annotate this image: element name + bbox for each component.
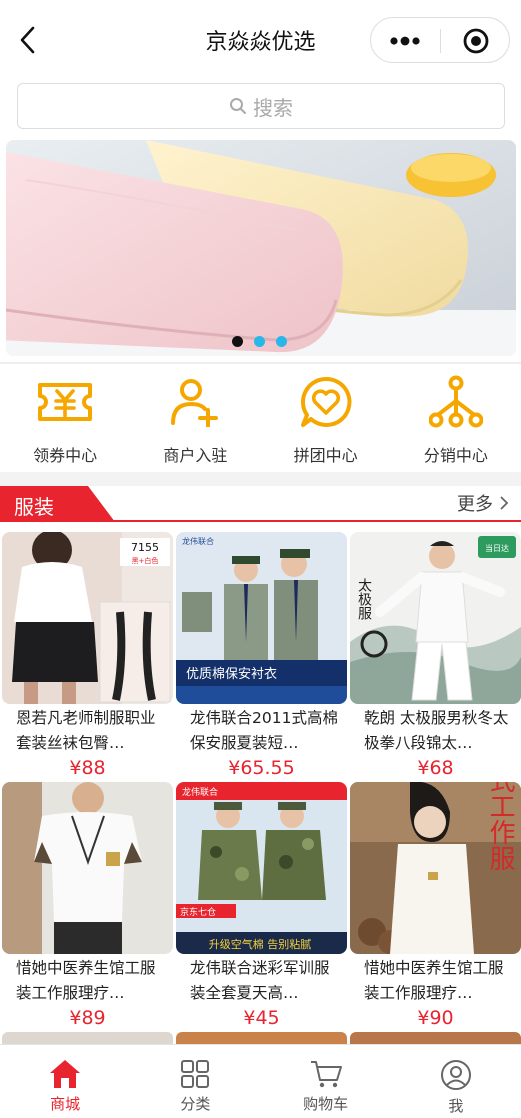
tab-home[interactable]: 商城 <box>0 1045 130 1118</box>
tab-category[interactable]: 分类 <box>130 1045 260 1118</box>
menu-item-distribution[interactable]: 分销中心 <box>391 372 521 468</box>
menu-label: 商户入驻 <box>163 446 228 465</box>
menu-label: 分销中心 <box>423 446 488 465</box>
image-subtext: 龙伟联合 <box>182 536 214 546</box>
image-subtext: 京东七仓 <box>180 906 216 918</box>
image-text: 7155 <box>131 541 159 554</box>
coupon-icon <box>35 372 95 432</box>
tab-label: 购物车 <box>303 1095 349 1113</box>
product-price: ¥45 <box>243 1007 280 1029</box>
bottom-tab-bar: 商城 分类 购物车 我 <box>0 1044 521 1118</box>
heart-chat-icon <box>296 372 356 432</box>
grid-icon <box>181 1060 210 1088</box>
product-card[interactable]: 优质棉保安衬衣 龙伟联合 龙伟联合2011式高棉保安服夏装短… ¥65.55 <box>176 532 347 782</box>
tab-label: 商城 <box>50 1095 81 1113</box>
tab-cart[interactable]: 购物车 <box>261 1045 391 1118</box>
tab-me[interactable]: 我 <box>391 1045 521 1118</box>
chevron-right-icon <box>500 496 509 510</box>
menu-label: 拼团中心 <box>293 446 358 465</box>
banner-carousel[interactable] <box>6 140 516 356</box>
product-card[interactable]: 太极服 当日达 乾朗 太极服男秋冬太极拳八段锦太… ¥68 <box>350 532 521 782</box>
product-name: 惜她中医养生馆工服装工作服理疗… <box>364 959 504 1002</box>
carousel-indicators <box>232 336 287 347</box>
product-image: 中式工作服 <box>350 782 521 954</box>
image-text: 优质棉保安衬衣 <box>186 666 277 682</box>
product-name: 龙伟联合迷彩军训服装全套夏天高… <box>190 959 330 1002</box>
more-label: 更多 <box>457 494 493 515</box>
close-mini-program-button[interactable] <box>442 18 510 64</box>
mini-program-capsule <box>370 17 510 63</box>
divider <box>0 362 521 364</box>
product-card[interactable]: 惜她中医养生馆工服装工作服理疗… ¥89 <box>2 782 173 1032</box>
section-more-link[interactable]: 更多 <box>457 490 509 516</box>
more-button[interactable] <box>371 18 439 64</box>
product-price: ¥88 <box>69 757 106 779</box>
product-card-peek <box>2 1032 173 1044</box>
menu-item-merchant-join[interactable]: 商户入驻 <box>130 372 260 468</box>
product-image <box>2 782 173 954</box>
section-gap <box>0 472 521 486</box>
quick-menu: 领券中心 商户入驻 拼团中心 分销中心 <box>0 372 521 468</box>
carousel-dot[interactable] <box>232 336 243 347</box>
search-input[interactable]: 搜索 <box>17 83 505 129</box>
product-image: 太极服 当日达 <box>350 532 521 704</box>
share-network-icon <box>426 372 486 432</box>
svg-text:龙伟联合: 龙伟联合 <box>182 786 218 798</box>
carousel-dot[interactable] <box>276 336 287 347</box>
image-text: 太极服 <box>356 578 372 621</box>
target-close-icon <box>463 28 489 54</box>
menu-item-coupon-center[interactable]: 领券中心 <box>0 372 130 468</box>
product-name: 乾朗 太极服男秋冬太极拳八段锦太… <box>364 709 509 752</box>
product-card-peek <box>350 1032 521 1044</box>
capsule-divider <box>440 29 441 53</box>
section-header-clothing: 服装 更多 <box>0 486 521 522</box>
search-placeholder: 搜索 <box>253 95 293 120</box>
carousel-dot[interactable] <box>254 336 265 347</box>
menu-label: 领券中心 <box>33 446 98 465</box>
cart-icon <box>310 1061 342 1088</box>
product-name: 恩若凡老师制服职业套装丝袜包臀… <box>16 709 156 752</box>
more-dots-icon <box>390 36 420 46</box>
image-text: 中式工作服 <box>485 782 515 871</box>
product-card[interactable]: 龙伟联合 京东七仓 升级空气棉 告别粘腻 龙伟联合迷彩军训服装全套夏天高… ¥4… <box>176 782 347 1032</box>
product-name: 惜她中医养生馆工服装工作服理疗… <box>16 959 156 1002</box>
image-subtext: 黑+白色 <box>132 556 159 565</box>
product-price: ¥68 <box>417 757 454 779</box>
section-title-tag: 服装 <box>0 486 115 522</box>
product-image: 龙伟联合 京东七仓 升级空气棉 告别粘腻 <box>176 782 347 954</box>
product-image: 7155 黑+白色 <box>2 532 173 704</box>
product-name: 龙伟联合2011式高棉保安服夏装短… <box>190 709 338 752</box>
tab-label: 我 <box>448 1097 464 1115</box>
product-price: ¥65.55 <box>228 757 295 779</box>
tab-label: 分类 <box>180 1095 211 1113</box>
search-icon <box>230 98 246 114</box>
add-user-icon <box>165 372 225 432</box>
product-price: ¥89 <box>69 1007 106 1029</box>
image-subtext: 当日达 <box>485 543 509 553</box>
user-icon <box>440 1060 471 1090</box>
product-card-peek <box>176 1032 347 1044</box>
image-text: 升级空气棉 告别粘腻 <box>209 937 312 951</box>
home-icon <box>50 1060 81 1088</box>
product-card[interactable]: 7155 黑+白色 恩若凡老师制服职业套装丝袜包臀… ¥88 <box>2 532 173 782</box>
section-title: 服装 <box>14 495 54 519</box>
product-image: 优质棉保安衬衣 龙伟联合 <box>176 532 347 704</box>
nav-header: 京焱焱优选 <box>0 0 521 80</box>
product-card[interactable]: 中式工作服 惜她中医养生馆工服装工作服理疗… ¥90 <box>350 782 521 1032</box>
menu-item-group-buy[interactable]: 拼团中心 <box>261 372 391 468</box>
product-price: ¥90 <box>417 1007 454 1029</box>
banner-image-towels <box>6 140 516 356</box>
